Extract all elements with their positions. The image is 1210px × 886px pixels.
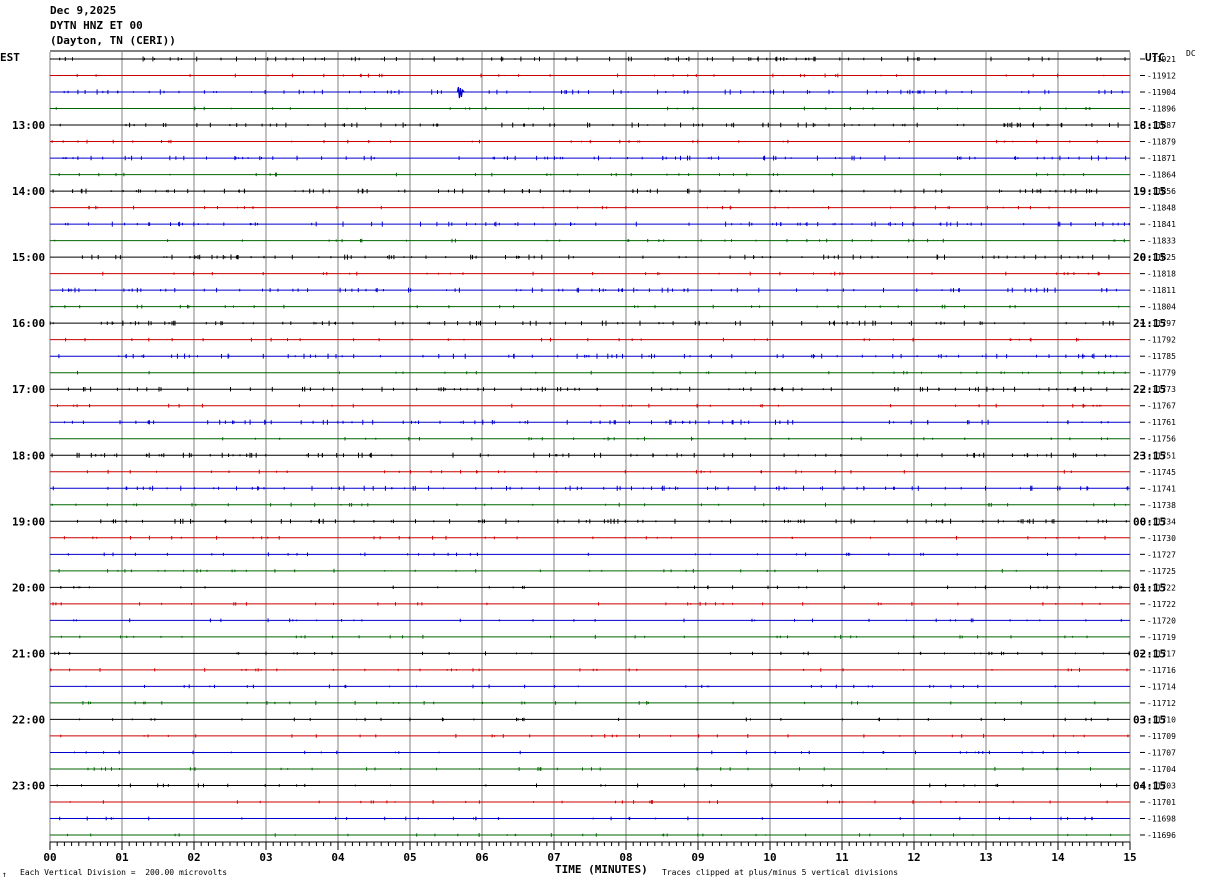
x-tick-label: 02	[187, 851, 200, 864]
dc-offset-label: -11792	[1147, 336, 1176, 345]
x-tick-label: 05	[403, 851, 416, 864]
x-axis-label: TIME (MINUTES)	[555, 863, 648, 876]
dc-offset-label: -11714	[1147, 682, 1176, 691]
dc-offset-label: -11848	[1147, 204, 1176, 213]
dc-offset-label: -11727	[1147, 550, 1176, 559]
dc-offset-label: -11707	[1147, 748, 1176, 757]
dc-offset-label: -11904	[1147, 88, 1176, 97]
x-tick-label: 00	[43, 851, 56, 864]
dc-offset-label: -11864	[1147, 171, 1176, 180]
seismogram-chart: -11921-11912-11904-11896-11887-11879-118…	[12, 50, 1176, 864]
left-hour-label: 21:00	[12, 647, 45, 660]
dc-offset-label: -11719	[1147, 633, 1176, 642]
dc-offset-label: -11804	[1147, 303, 1176, 312]
dc-offset-label: -11716	[1147, 666, 1176, 675]
x-tick-label: 12	[907, 851, 920, 864]
scale-note: Each Vertical Division = 200.00 microvol…	[20, 868, 228, 877]
footer-left-mark: ↑	[2, 870, 7, 879]
x-tick-label: 15	[1123, 851, 1136, 864]
dc-offset-label: -11738	[1147, 501, 1176, 510]
dc-offset-label: -11833	[1147, 237, 1176, 246]
right-hour-label: 21:15	[1133, 317, 1166, 330]
dc-offset-label: -11712	[1147, 699, 1176, 708]
left-hour-label: 22:00	[12, 713, 45, 726]
dc-offset-label: -11741	[1147, 484, 1176, 493]
right-hour-label: 04:15	[1133, 779, 1166, 792]
left-hour-label: 16:00	[12, 317, 45, 330]
dc-offset-label: -11811	[1147, 286, 1176, 295]
dc-offset-label: -11701	[1147, 798, 1176, 807]
left-hour-label: 14:00	[12, 185, 45, 198]
dc-offset-label: -11722	[1147, 600, 1176, 609]
x-tick-label: 11	[835, 851, 849, 864]
x-tick-label: 06	[475, 851, 489, 864]
x-tick-label: 10	[763, 851, 776, 864]
dc-offset-label: -11696	[1147, 831, 1176, 840]
left-hour-label: 19:00	[12, 515, 45, 528]
left-hour-label: 20:00	[12, 581, 45, 594]
right-hour-label: 22:15	[1133, 383, 1166, 396]
dc-offset-label: -11698	[1147, 814, 1176, 823]
dc-offset-label: -11871	[1147, 154, 1176, 163]
dc-offset-label: -11730	[1147, 534, 1176, 543]
dc-offset-label: -11725	[1147, 567, 1176, 576]
x-tick-label: 01	[115, 851, 129, 864]
dc-offset-label: -11756	[1147, 435, 1176, 444]
x-tick-label: 04	[331, 851, 345, 864]
dc-offset-label: -11921	[1147, 55, 1176, 64]
right-hour-label: 23:15	[1133, 449, 1166, 462]
dc-offset-label: -11720	[1147, 616, 1176, 625]
right-hour-label: 20:15	[1133, 251, 1166, 264]
clip-note: Traces clipped at plus/minus 5 vertical …	[662, 868, 899, 877]
dc-offset-label: -11841	[1147, 220, 1176, 229]
left-hour-label: 18:00	[12, 449, 45, 462]
right-hour-label: 03:15	[1133, 713, 1166, 726]
dc-offset-label: -11818	[1147, 270, 1176, 279]
right-hour-label: 19:15	[1133, 185, 1166, 198]
dc-offset-label: -11761	[1147, 418, 1176, 427]
x-tick-label: 13	[979, 851, 992, 864]
right-hour-label: 18:15	[1133, 119, 1166, 132]
dc-offset-label: -11896	[1147, 105, 1176, 114]
left-hour-label: 23:00	[12, 779, 45, 792]
dc-offset-label: -11779	[1147, 369, 1176, 378]
right-hour-label: 01:15	[1133, 581, 1166, 594]
right-hour-label: 00:15	[1133, 515, 1166, 528]
dc-offset-label: -11912	[1147, 72, 1176, 81]
dc-offset-label: -11709	[1147, 732, 1176, 741]
dc-offset-label: -11745	[1147, 468, 1176, 477]
dc-offset-label: -11767	[1147, 402, 1176, 411]
x-tick-label: 14	[1051, 851, 1065, 864]
right-hour-label: 02:15	[1133, 647, 1166, 660]
dc-offset-label: -11704	[1147, 765, 1176, 774]
left-hour-label: 17:00	[12, 383, 45, 396]
dc-offset-label: -11879	[1147, 138, 1176, 147]
left-hour-label: 15:00	[12, 251, 45, 264]
left-hour-label: 13:00	[12, 119, 45, 132]
dc-offset-label: -11785	[1147, 352, 1176, 361]
x-tick-label: 03	[259, 851, 272, 864]
x-tick-label: 09	[691, 851, 704, 864]
